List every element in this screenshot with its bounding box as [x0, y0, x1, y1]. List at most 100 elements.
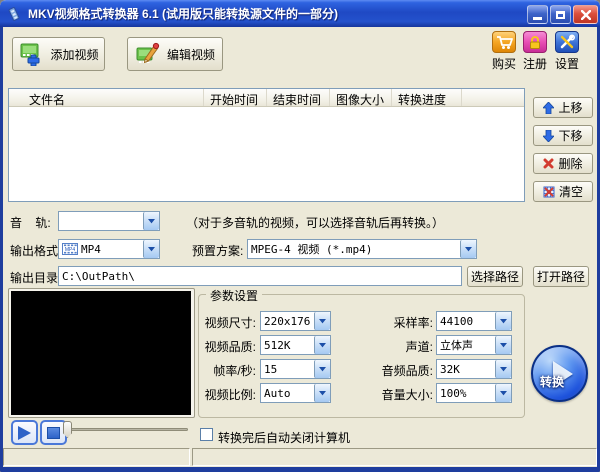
maximize-button[interactable] [550, 5, 571, 24]
add-video-button[interactable]: 添加视频 [12, 37, 105, 71]
window-border-bottom [0, 467, 600, 472]
param-value-video-size: 220x176 [264, 314, 311, 328]
close-button[interactable] [573, 5, 598, 24]
chevron-down-icon[interactable] [143, 212, 159, 230]
buy-label: 购买 [491, 57, 516, 71]
chevron-down-icon[interactable] [314, 360, 330, 378]
move-down-label: 下移 [558, 129, 583, 143]
param-combo-audio-quality[interactable]: 32K [436, 359, 512, 379]
shutdown-checkbox[interactable] [200, 428, 213, 441]
chevron-down-icon[interactable] [460, 240, 476, 258]
edit-video-icon [136, 42, 160, 64]
move-up-button[interactable]: 上移 [533, 97, 593, 118]
play-button[interactable] [11, 420, 38, 445]
column-end-time[interactable]: 结束时间 [267, 89, 330, 106]
statusbar-right-pane [192, 448, 597, 466]
param-combo-aspect-ratio[interactable]: Auto [260, 383, 331, 403]
params-group-title: 参数设置 [206, 287, 263, 304]
param-label-audio-quality: 音频品质: [381, 364, 433, 378]
param-combo-volume[interactable]: 100% [436, 383, 512, 403]
column-start-time[interactable]: 开始时间 [204, 89, 267, 106]
param-value-channels: 立体声 [440, 339, 473, 352]
param-combo-video-size[interactable]: 220x176 [260, 311, 331, 331]
choose-path-label: 选择路径 [470, 270, 519, 284]
window-title: MKV视频格式转换器 6.1 (试用版只能转换源文件的一部分) [28, 7, 339, 21]
edit-video-button[interactable]: 编辑视频 [127, 37, 223, 71]
minimize-icon [533, 17, 542, 20]
column-filename[interactable]: 文件名 [9, 89, 204, 106]
preset-label: 预置方案: [192, 244, 244, 258]
play-icon [18, 425, 31, 440]
add-video-label: 添加视频 [50, 47, 99, 62]
stop-button[interactable] [40, 420, 67, 445]
clear-grid-icon [543, 186, 555, 197]
add-video-icon [20, 43, 40, 66]
clear-button[interactable]: 清空 [533, 181, 593, 202]
param-value-frame-rate: 15 [264, 362, 278, 376]
minimize-button[interactable] [527, 5, 548, 24]
preset-combo[interactable]: MPEG-4 视频 (*.mp4) [247, 239, 477, 259]
chevron-down-icon[interactable] [495, 360, 511, 378]
column-image-size[interactable]: 图像大小 [330, 89, 392, 106]
param-value-audio-quality: 32K [440, 362, 460, 376]
chevron-down-icon[interactable] [495, 312, 511, 330]
column-progress[interactable]: 转换进度 [392, 89, 462, 106]
file-list-header: 文件名 开始时间 结束时间 图像大小 转换进度 [9, 89, 524, 107]
arrow-down-icon [543, 129, 555, 142]
delete-label: 删除 [558, 157, 583, 171]
output-dir-label: 输出目录: [10, 271, 62, 285]
output-dir-input[interactable] [58, 266, 462, 286]
stop-icon [47, 426, 60, 439]
output-format-value: MP4 [81, 242, 101, 256]
param-value-sample-rate: 44100 [440, 314, 474, 328]
settings-button[interactable]: 设置 [551, 31, 583, 72]
output-format-combo[interactable]: MP4 MP4 [58, 239, 160, 259]
convert-button[interactable]: 转换 [531, 345, 588, 402]
param-label-frame-rate: 帧率/秒: [213, 364, 256, 378]
arrow-up-icon [543, 101, 555, 114]
move-up-label: 上移 [558, 101, 583, 115]
choose-path-button[interactable]: 选择路径 [467, 266, 523, 287]
chevron-down-icon[interactable] [495, 336, 511, 354]
buy-button[interactable]: 购买 [487, 31, 521, 72]
chevron-down-icon[interactable] [314, 336, 330, 354]
mp4-format-icon: MP4 [62, 243, 78, 255]
open-path-button[interactable]: 打开路径 [533, 266, 589, 287]
convert-label: 转换 [540, 375, 565, 389]
seek-slider-track[interactable] [66, 428, 188, 431]
shutdown-checkbox-label[interactable]: 转换完后自动关闭计算机 [218, 429, 350, 446]
param-label-volume: 音量大小: [381, 388, 433, 402]
param-combo-video-quality[interactable]: 512K [260, 335, 331, 355]
chevron-down-icon[interactable] [314, 312, 330, 330]
shopping-cart-icon [492, 31, 516, 53]
param-label-sample-rate: 采样率: [393, 316, 433, 330]
preset-value: MPEG-4 视频 (*.mp4) [251, 243, 373, 256]
clear-label: 清空 [558, 185, 583, 199]
param-value-video-quality: 512K [264, 338, 291, 352]
titlebar: MKV视频格式转换器 6.1 (试用版只能转换源文件的一部分) [0, 0, 600, 27]
close-icon [580, 9, 591, 20]
register-button[interactable]: 注册 [521, 31, 549, 72]
settings-label: 设置 [554, 57, 579, 71]
param-value-aspect-ratio: Auto [264, 386, 291, 400]
param-combo-sample-rate[interactable]: 44100 [436, 311, 512, 331]
lock-icon [523, 31, 547, 53]
chevron-down-icon[interactable] [495, 384, 511, 402]
move-down-button[interactable]: 下移 [533, 125, 593, 146]
video-preview-screen [11, 291, 191, 415]
param-combo-frame-rate[interactable]: 15 [260, 359, 331, 379]
chevron-down-icon[interactable] [143, 240, 159, 258]
statusbar-left-pane [3, 448, 190, 466]
delete-button[interactable]: 删除 [533, 153, 593, 174]
file-list-body[interactable] [9, 107, 524, 201]
param-combo-channels[interactable]: 立体声 [436, 335, 512, 355]
register-label: 注册 [522, 57, 547, 71]
app-window: MKV视频格式转换器 6.1 (试用版只能转换源文件的一部分) 添加视频 编辑视… [0, 0, 600, 472]
file-list: 文件名 开始时间 结束时间 图像大小 转换进度 [8, 88, 525, 202]
param-label-channels: 声道: [405, 340, 433, 354]
audio-track-note: （对于多音轨的视频，可以选择音轨后再转换。） [186, 216, 445, 230]
output-format-value-wrap: MP4 MP4 [59, 243, 101, 256]
param-value-volume: 100% [440, 386, 467, 400]
chevron-down-icon[interactable] [314, 384, 330, 402]
audio-track-combo[interactable] [58, 211, 160, 231]
